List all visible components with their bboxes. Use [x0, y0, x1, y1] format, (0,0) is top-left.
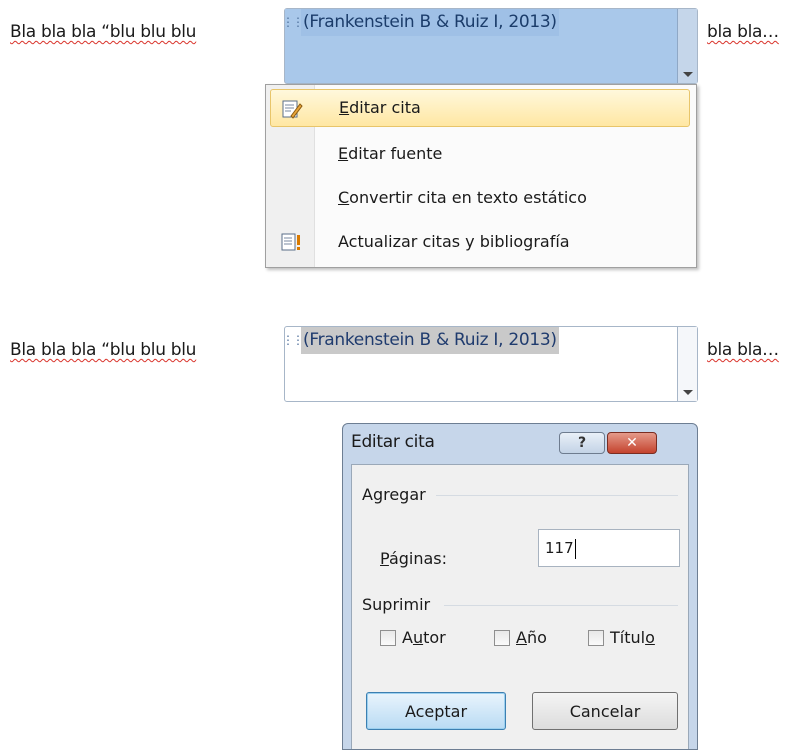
menu-item-convert-mnemonic: C: [338, 188, 350, 207]
menu-item-update-citations[interactable]: Actualizar citas y bibliografía: [270, 223, 690, 261]
citation-text[interactable]: (Frankenstein B & Ruiz I, 2013): [301, 9, 559, 36]
title-checkbox[interactable]: Título: [588, 628, 655, 647]
help-button[interactable]: ?: [559, 432, 605, 454]
group-suppress-divider: [444, 605, 678, 606]
menu-item-edit-citation-label: ditar cita: [349, 98, 421, 117]
ok-button[interactable]: Aceptar: [366, 692, 506, 730]
menu-item-update-citations-label: Actualizar citas y bibliografía: [338, 232, 570, 251]
document-text-before-2: Bla bla bla “blu blu blu: [10, 340, 197, 360]
document-text-after-2: bla bla…: [707, 340, 779, 360]
edit-citation-icon: [282, 100, 303, 119]
title-checkbox-box[interactable]: [588, 629, 604, 646]
citation-content-control-selected[interactable]: ⋮⋮ (Frankenstein B & Ruiz I, 2013): [282, 8, 698, 84]
group-add-label: Agregar: [362, 485, 426, 504]
citation-text-2[interactable]: (Frankenstein B & Ruiz I, 2013): [301, 327, 559, 354]
close-button[interactable]: ✕: [607, 432, 657, 454]
menu-item-edit-source-mnemonic: E: [338, 144, 349, 163]
pages-label: Páginas:: [380, 549, 448, 568]
document-text-before: Bla bla bla “blu blu blu: [10, 22, 197, 42]
document-text-after: bla bla…: [707, 22, 779, 42]
author-checkbox[interactable]: Autor: [380, 628, 446, 647]
menu-item-edit-source-label: ditar fuente: [348, 144, 443, 163]
group-suppress-label: Suprimir: [362, 595, 431, 614]
dialog-client-area: Agregar Páginas: 117 Suprimir Autor Año …: [351, 464, 689, 749]
menu-item-edit-citation-mnemonic: E: [339, 98, 350, 117]
group-add-divider: [436, 495, 678, 496]
pages-input[interactable]: 117: [538, 529, 680, 567]
menu-item-edit-source[interactable]: Editar fuente: [270, 135, 690, 173]
year-checkbox-label: Año: [516, 628, 547, 647]
dialog-titlebar[interactable]: Editar cita ? ✕: [343, 424, 697, 464]
control-drag-handle[interactable]: ⋮⋮: [282, 9, 304, 35]
citation-content-control[interactable]: ⋮⋮ (Frankenstein B & Ruiz I, 2013): [282, 326, 698, 402]
year-checkbox[interactable]: Año: [494, 628, 547, 647]
citation-context-menu: Editar cita Editar fuente Convertir cita…: [265, 84, 697, 268]
author-checkbox-box[interactable]: [380, 629, 396, 646]
menu-item-convert-to-static[interactable]: Convertir cita en texto estático: [270, 179, 690, 217]
edit-citation-dialog: Editar cita ? ✕ Agregar Páginas: 117 Sup…: [342, 423, 698, 750]
citation-dropdown-button-2[interactable]: [677, 327, 697, 401]
chevron-down-icon: [682, 72, 693, 77]
dialog-title: Editar cita: [351, 432, 435, 452]
menu-item-edit-citation[interactable]: Editar cita: [270, 89, 690, 127]
chevron-down-icon: [682, 390, 693, 395]
author-checkbox-label: Autor: [402, 628, 446, 647]
title-checkbox-label: Título: [610, 628, 655, 647]
control-drag-handle-2[interactable]: ⋮⋮: [282, 327, 304, 353]
year-checkbox-box[interactable]: [494, 629, 510, 646]
cancel-button[interactable]: Cancelar: [532, 692, 678, 730]
menu-item-convert-label: onvertir cita en texto estático: [349, 188, 587, 207]
text-caret: [574, 538, 576, 559]
citation-dropdown-button[interactable]: [677, 9, 697, 83]
update-citations-icon: [281, 233, 300, 251]
